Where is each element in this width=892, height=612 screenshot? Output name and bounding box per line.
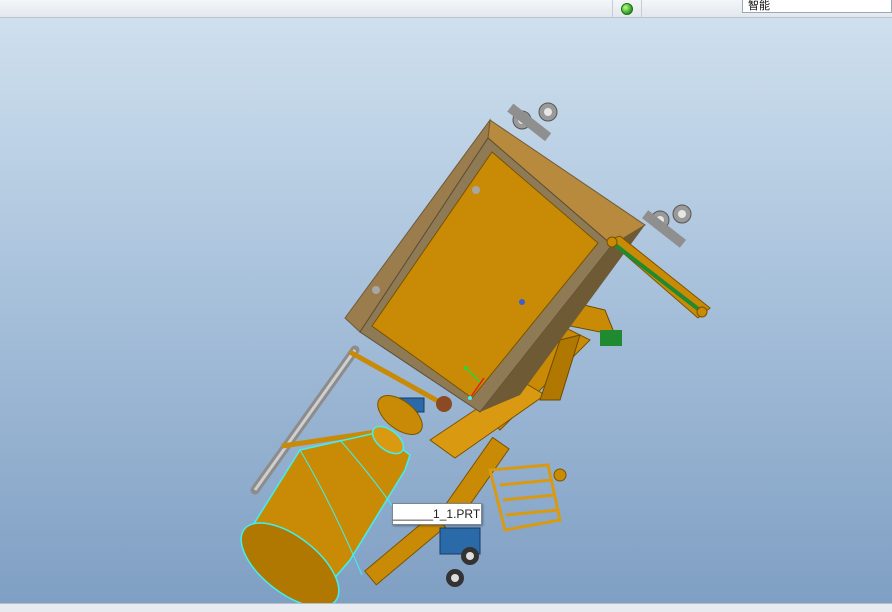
side-conveyor (606, 235, 711, 319)
main-cabinet-part[interactable] (344, 118, 646, 413)
part-name-tooltip: ______1_1.PRT (392, 503, 482, 525)
toolbar-separator (641, 0, 642, 17)
green-status-led-icon[interactable] (621, 3, 633, 15)
hopper-cone-part[interactable] (227, 388, 429, 603)
selection-filter-dropdown[interactable]: 智能 (742, 0, 892, 13)
top-toolbar: 智能 (0, 0, 892, 18)
graphics-viewport[interactable]: ______1_1.PRT (0, 18, 892, 603)
toolbar-separator (612, 0, 613, 17)
